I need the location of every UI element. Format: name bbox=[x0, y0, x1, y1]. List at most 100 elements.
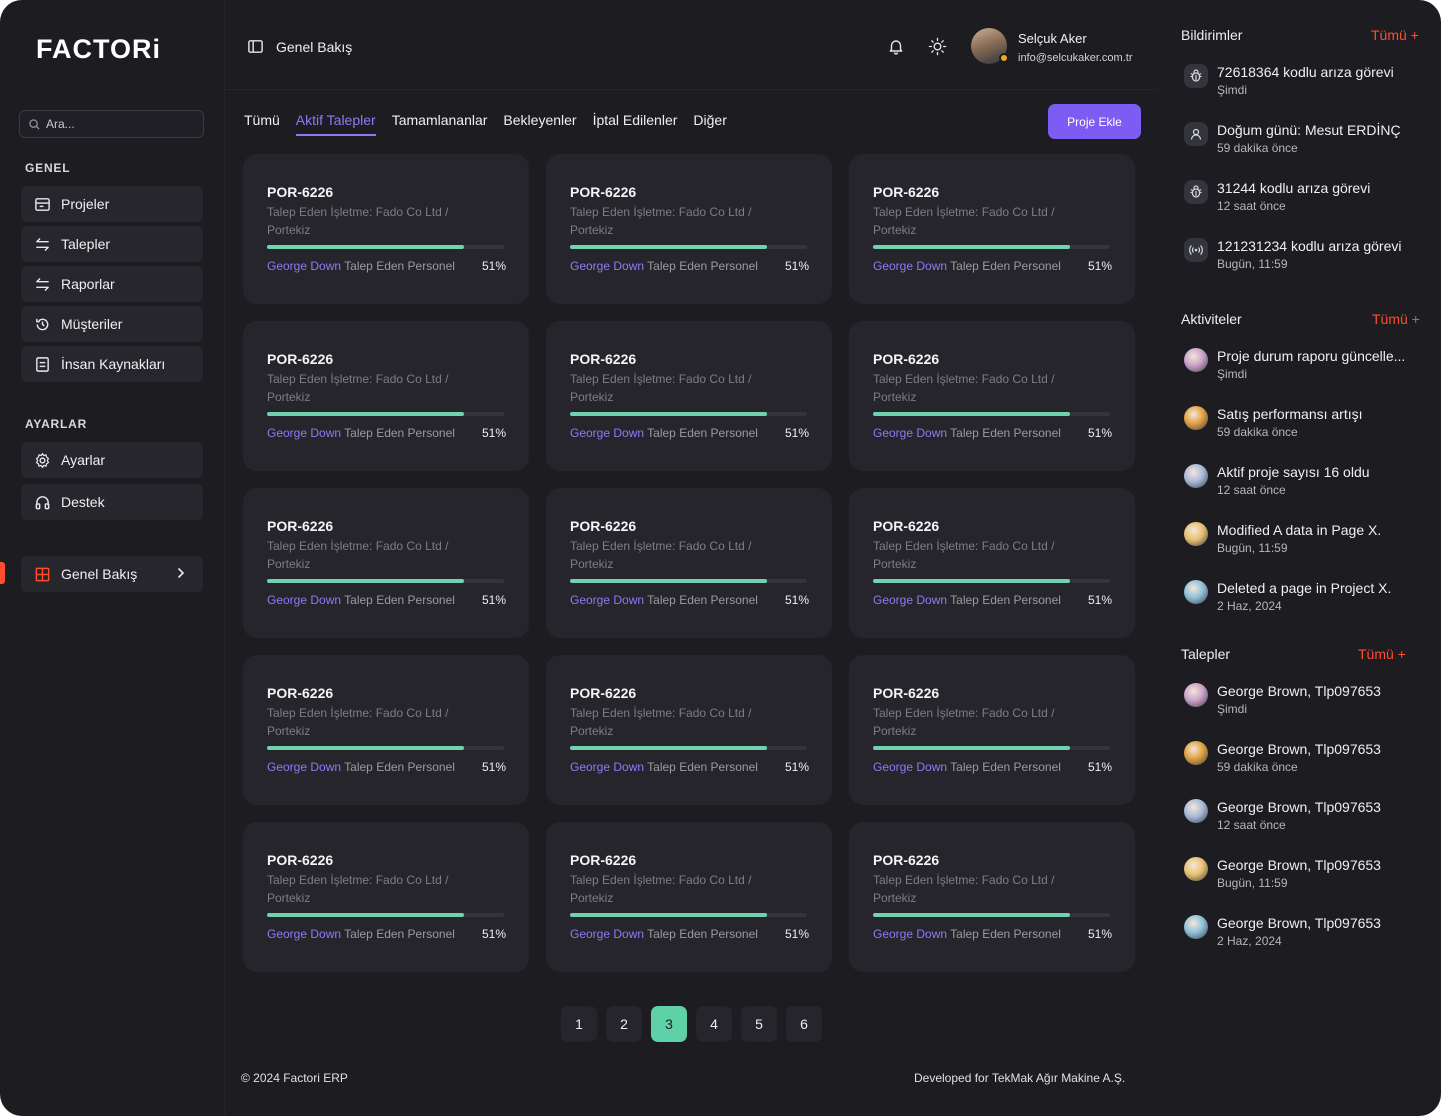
tab-tumu[interactable]: Tümü bbox=[244, 112, 280, 136]
request-card[interactable]: POR-6226 Talep Eden İşletme: Fado Co Ltd … bbox=[243, 321, 529, 471]
request-card[interactable]: POR-6226 Talep Eden İşletme: Fado Co Ltd … bbox=[849, 488, 1135, 638]
request-card[interactable]: POR-6226 Talep Eden İşletme: Fado Co Ltd … bbox=[849, 822, 1135, 972]
swap-icon bbox=[36, 277, 49, 291]
avatar[interactable] bbox=[971, 28, 1009, 64]
request-card[interactable]: POR-6226 Talep Eden İşletme: Fado Co Ltd … bbox=[849, 154, 1135, 304]
tab-bekleyenler[interactable]: Bekleyenler bbox=[503, 112, 576, 136]
page-button-1[interactable]: 1 bbox=[561, 1006, 597, 1042]
sidebar-item-raporlar[interactable]: Raporlar bbox=[21, 266, 203, 302]
tab-diger[interactable]: Diğer bbox=[693, 112, 726, 136]
item-text: Deleted a page in Project X. bbox=[1217, 580, 1392, 596]
card-person-link[interactable]: George Down bbox=[267, 927, 341, 941]
sidebar-item-projeler[interactable]: Projeler bbox=[21, 186, 203, 222]
activities-item[interactable]: Aktif proje sayısı 16 oldu 12 saat önce bbox=[1184, 464, 1434, 504]
card-code: POR-6226 bbox=[873, 685, 940, 701]
request-card[interactable]: POR-6226 Talep Eden İşletme: Fado Co Ltd … bbox=[546, 655, 832, 805]
card-footer: George Down Talep Eden Personel bbox=[570, 927, 758, 941]
activities-item[interactable]: Modified A data in Page X. Bugün, 11:59 bbox=[1184, 522, 1434, 562]
request-card[interactable]: POR-6226 Talep Eden İşletme: Fado Co Ltd … bbox=[849, 321, 1135, 471]
add-project-button[interactable]: Proje Ekle bbox=[1048, 104, 1141, 139]
search-input[interactable]: Ara... bbox=[19, 110, 204, 138]
request-card[interactable]: POR-6226 Talep Eden İşletme: Fado Co Ltd … bbox=[546, 154, 832, 304]
sidebar-item-genel-bakis[interactable]: Genel Bakış bbox=[21, 556, 203, 592]
sidebar-item-musteriler[interactable]: Müşteriler bbox=[21, 306, 203, 342]
item-time: Bugün, 11:59 bbox=[1217, 541, 1288, 555]
card-code: POR-6226 bbox=[267, 852, 334, 868]
card-person-link[interactable]: George Down bbox=[873, 259, 947, 273]
page-button-4[interactable]: 4 bbox=[696, 1006, 732, 1042]
notifications-item[interactable]: 121231234 kodlu arıza görevi Bugün, 11:59 bbox=[1184, 238, 1434, 278]
activities-item[interactable]: Deleted a page in Project X. 2 Haz, 2024 bbox=[1184, 580, 1434, 620]
card-person-link[interactable]: George Down bbox=[267, 760, 341, 774]
logo[interactable]: FACTORi bbox=[36, 34, 161, 65]
requests-item[interactable]: George Brown, Tlp097653 Bugün, 11:59 bbox=[1184, 857, 1434, 897]
broadcast-icon bbox=[1184, 238, 1208, 262]
card-person-link[interactable]: George Down bbox=[873, 426, 947, 440]
notifications-item[interactable]: Doğum günü: Mesut ERDİNÇ 59 dakika önce bbox=[1184, 122, 1434, 162]
card-person-link[interactable]: George Down bbox=[570, 259, 644, 273]
tab-aktif-talepler[interactable]: Aktif Talepler bbox=[295, 112, 376, 136]
progress-bar bbox=[267, 746, 504, 750]
card-progress-value: 51% bbox=[482, 593, 507, 607]
page-button-2[interactable]: 2 bbox=[606, 1006, 642, 1042]
page-button-5[interactable]: 5 bbox=[741, 1006, 777, 1042]
card-code: POR-6226 bbox=[570, 685, 637, 701]
requests-item[interactable]: George Brown, Tlp097653 2 Haz, 2024 bbox=[1184, 915, 1434, 955]
sidebar-item-ayarlar[interactable]: Ayarlar bbox=[21, 442, 203, 478]
requests-item[interactable]: George Brown, Tlp097653 59 dakika önce bbox=[1184, 741, 1434, 781]
sidebar-item-talepler[interactable]: Talepler bbox=[21, 226, 203, 262]
card-person-link[interactable]: George Down bbox=[570, 426, 644, 440]
request-card[interactable]: POR-6226 Talep Eden İşletme: Fado Co Ltd … bbox=[243, 154, 529, 304]
tab-iptal-edilenler[interactable]: İptal Edilenler bbox=[593, 112, 678, 136]
card-footer: George Down Talep Eden Personel bbox=[873, 426, 1061, 440]
request-card[interactable]: POR-6226 Talep Eden İşletme: Fado Co Ltd … bbox=[243, 822, 529, 972]
sidebar-toggle-icon[interactable] bbox=[247, 38, 264, 55]
sidebar-item-insan-kaynaklari[interactable]: İnsan Kaynakları bbox=[21, 346, 203, 382]
request-card[interactable]: POR-6226 Talep Eden İşletme: Fado Co Ltd … bbox=[849, 655, 1135, 805]
progress-fill bbox=[570, 412, 767, 416]
card-person-link[interactable]: George Down bbox=[873, 760, 947, 774]
sidebar-item-destek[interactable]: Destek bbox=[21, 484, 203, 520]
bell-icon[interactable] bbox=[887, 37, 905, 55]
card-person-link[interactable]: George Down bbox=[267, 259, 341, 273]
request-card[interactable]: POR-6226 Talep Eden İşletme: Fado Co Ltd … bbox=[243, 655, 529, 805]
avatar bbox=[1184, 741, 1208, 765]
notifications-item[interactable]: 31244 kodlu arıza görevi 12 saat önce bbox=[1184, 180, 1434, 220]
progress-bar bbox=[873, 245, 1110, 249]
activities-item[interactable]: Proje durum raporu güncelle... Şimdi bbox=[1184, 348, 1434, 388]
request-card[interactable]: POR-6226 Talep Eden İşletme: Fado Co Ltd … bbox=[546, 321, 832, 471]
requests-item[interactable]: George Brown, Tlp097653 Şimdi bbox=[1184, 683, 1434, 723]
request-card[interactable]: POR-6226 Talep Eden İşletme: Fado Co Ltd … bbox=[546, 488, 832, 638]
tab-tamamlananlar[interactable]: Tamamlananlar bbox=[392, 112, 488, 136]
item-time: 2 Haz, 2024 bbox=[1217, 934, 1282, 948]
requests-all-link[interactable]: Tümü + bbox=[1358, 646, 1406, 662]
card-person-link[interactable]: George Down bbox=[570, 927, 644, 941]
notifications-item[interactable]: 72618364 kodlu arıza görevi Şimdi bbox=[1184, 64, 1434, 104]
activities-item[interactable]: Satış performansı artışı 59 dakika önce bbox=[1184, 406, 1434, 446]
page-button-6[interactable]: 6 bbox=[786, 1006, 822, 1042]
sidebar-item-label: Projeler bbox=[61, 196, 110, 212]
card-role: Talep Eden Personel bbox=[647, 259, 758, 273]
card-person-link[interactable]: George Down bbox=[570, 760, 644, 774]
card-role: Talep Eden Personel bbox=[344, 426, 455, 440]
right-panel: Bildirimler Tümü + 72618364 kodlu arıza … bbox=[1157, 0, 1441, 1116]
item-text: George Brown, Tlp097653 bbox=[1217, 857, 1381, 873]
sun-icon[interactable] bbox=[928, 37, 947, 56]
request-card[interactable]: POR-6226 Talep Eden İşletme: Fado Co Ltd … bbox=[243, 488, 529, 638]
card-person-link[interactable]: George Down bbox=[267, 593, 341, 607]
progress-bar bbox=[570, 579, 807, 583]
card-person-link[interactable]: George Down bbox=[873, 927, 947, 941]
request-card[interactable]: POR-6226 Talep Eden İşletme: Fado Co Ltd … bbox=[546, 822, 832, 972]
notifications-all-link[interactable]: Tümü + bbox=[1371, 27, 1419, 43]
card-person-link[interactable]: George Down bbox=[873, 593, 947, 607]
section-title-settings: AYARLAR bbox=[25, 417, 88, 431]
tab-bar: Tümü Aktif Talepler Tamamlananlar Bekley… bbox=[244, 112, 727, 136]
card-person-link[interactable]: George Down bbox=[570, 593, 644, 607]
activities-all-link[interactable]: Tümü + bbox=[1372, 311, 1420, 327]
requests-item[interactable]: George Brown, Tlp097653 12 saat önce bbox=[1184, 799, 1434, 839]
card-footer: George Down Talep Eden Personel bbox=[267, 426, 455, 440]
item-text: George Brown, Tlp097653 bbox=[1217, 915, 1381, 931]
item-time: 2 Haz, 2024 bbox=[1217, 599, 1282, 613]
card-person-link[interactable]: George Down bbox=[267, 426, 341, 440]
page-button-3[interactable]: 3 bbox=[651, 1006, 687, 1042]
